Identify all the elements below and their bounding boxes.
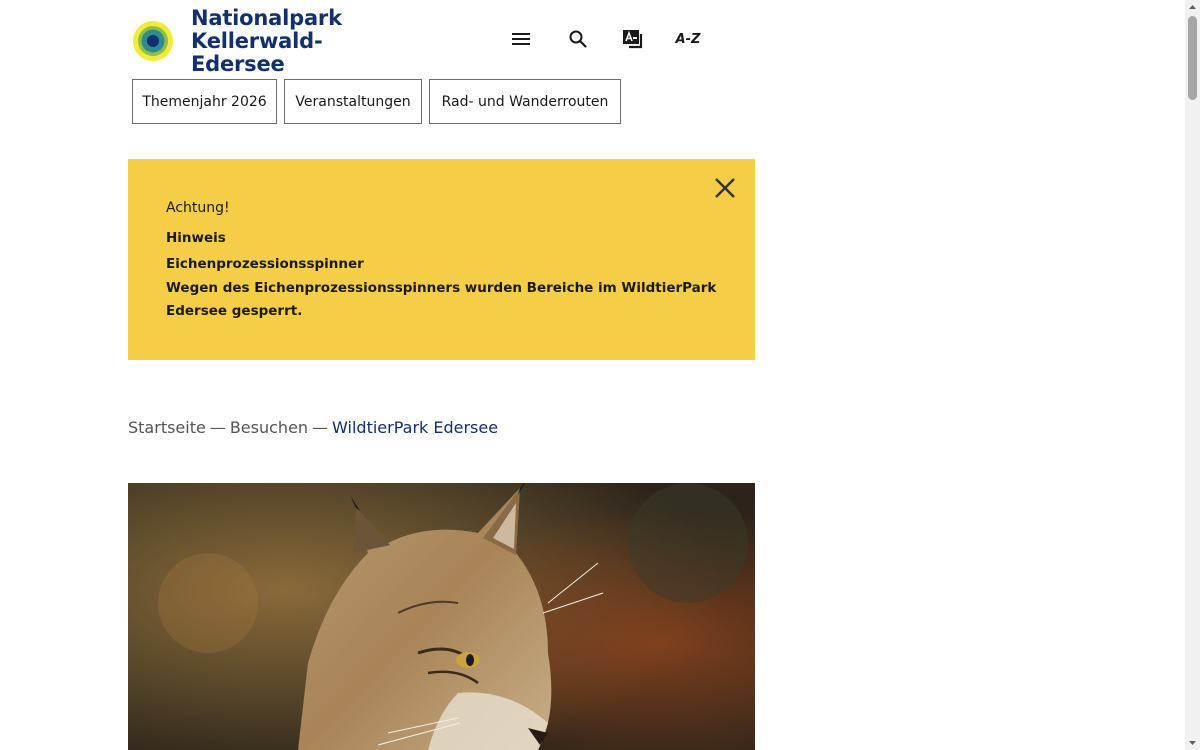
- scroll-down-arrow-icon[interactable]: [1185, 735, 1200, 750]
- breadcrumb-link-startseite[interactable]: Startseite: [128, 418, 206, 437]
- quicklink-rad-wanderrouten[interactable]: Rad- und Wanderrouten: [429, 79, 621, 124]
- menu-button[interactable]: [509, 26, 533, 52]
- breadcrumb-link-besuchen[interactable]: Besuchen: [230, 418, 308, 437]
- alert-subtitle: Eichenprozessionsspinner: [166, 256, 364, 272]
- alert-text: Wegen des Eichenprozessionsspinners wurd…: [166, 280, 717, 319]
- logo-line-2: Kellerwald-Edersee: [191, 28, 323, 76]
- lynx-photo: [128, 483, 755, 750]
- hero-image-lynx: [128, 483, 755, 750]
- scroll-up-arrow-icon[interactable]: [1185, 0, 1200, 15]
- breadcrumb-separator: —: [209, 418, 226, 437]
- alert-close-button[interactable]: [713, 176, 737, 200]
- site-logo[interactable]: Nationalpark Kellerwald-Edersee: [133, 6, 403, 75]
- breadcrumb-current: WildtierPark Edersee: [332, 418, 499, 437]
- alert-label: Achtung!: [166, 200, 230, 216]
- search-button[interactable]: [566, 26, 590, 52]
- quicklink-themenjahr[interactable]: Themenjahr 2026: [132, 79, 277, 124]
- logo-text: Nationalpark Kellerwald-Edersee: [191, 5, 403, 76]
- scrollbar-thumb[interactable]: [1188, 16, 1197, 100]
- close-icon: [715, 178, 735, 198]
- breadcrumb: Startseite — Besuchen — WildtierPark Edersee: [128, 418, 498, 437]
- search-icon: [569, 30, 587, 48]
- page-scrollbar[interactable]: [1185, 0, 1200, 750]
- quicklink-veranstaltungen[interactable]: Veranstaltungen: [284, 79, 422, 124]
- alert-banner: Achtung! Hinweis Eichenprozessionsspinne…: [128, 159, 755, 360]
- hamburger-menu-icon: [512, 33, 530, 45]
- alert-title: Hinweis: [166, 230, 226, 246]
- breadcrumb-separator: —: [312, 418, 329, 437]
- easy-language-icon: [623, 30, 643, 49]
- easy-language-button[interactable]: [620, 26, 646, 52]
- a-z-button[interactable]: A-Z: [668, 26, 708, 52]
- logo-line-1: Nationalpark: [191, 5, 342, 30]
- nationalpark-logo-icon: [133, 21, 173, 61]
